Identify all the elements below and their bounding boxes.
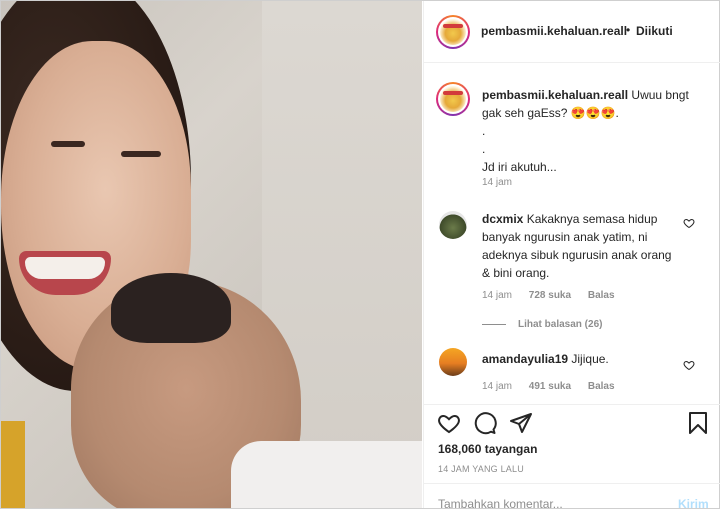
caption-text: pembasmii.kehaluan.reall Uwuu bngt gak s… [482,86,708,176]
comment-avatar[interactable] [439,348,467,376]
post-sidebar: pembasmii.kehaluan.reall • Diikuti pemba… [423,1,720,511]
caption-time[interactable]: 14 jam [482,177,512,188]
view-replies-button[interactable]: Lihat balasan (26) [482,319,602,330]
post-actions: 168,060 tayangan 14 JAM YANG LALU Kirim [424,404,720,511]
caption-avatar[interactable] [436,82,470,116]
comment-likes[interactable]: 491 suka [529,381,571,392]
comment-reply-button[interactable]: Balas [588,290,615,301]
caption-username[interactable]: pembasmii.kehaluan.reall [482,88,628,102]
header-separator: • [626,23,631,37]
view-replies-label: Lihat balasan (26) [518,319,603,330]
comments-section: pembasmii.kehaluan.reall Uwuu bngt gak s… [424,64,720,404]
profile-avatar[interactable] [436,15,470,49]
comment-meta: 14 jam 728 suka Balas [482,290,629,301]
comment-username[interactable]: amandayulia19 [482,352,568,366]
comment-time[interactable]: 14 jam [482,381,512,392]
comment-time[interactable]: 14 jam [482,290,512,301]
caption-line3: . [482,142,486,156]
heart-icon[interactable] [437,411,461,435]
comment-icon[interactable] [473,411,497,435]
comment-text: amandayulia19 Jijique. [482,350,678,368]
comment-body: Jijique. [571,352,609,366]
post-header: pembasmii.kehaluan.reall • Diikuti [424,1,720,63]
comment-meta: 14 jam 491 suka Balas [482,381,629,392]
view-count[interactable]: 168,060 tayangan [438,442,537,456]
caption-line4: Jd iri akutuh... [482,160,557,174]
comment-reply-button[interactable]: Balas [588,381,615,392]
share-icon[interactable] [509,411,533,435]
comment-text: dcxmix Kakaknya semasa hidup banyak ngur… [482,210,678,282]
comment-likes[interactable]: 728 suka [529,290,571,301]
comment-avatar[interactable] [439,211,467,239]
header-username[interactable]: pembasmii.kehaluan.reall [481,24,627,38]
caption-line2: . [482,124,486,138]
comment-like-icon[interactable] [683,359,695,371]
post-time-ago: 14 JAM YANG LALU [438,464,524,474]
comment-like-icon[interactable] [683,217,695,229]
comment-username[interactable]: dcxmix [482,212,523,226]
bookmark-icon[interactable] [686,411,710,435]
video-media[interactable] [1,1,422,508]
follow-status-button[interactable]: Diikuti [636,24,673,38]
